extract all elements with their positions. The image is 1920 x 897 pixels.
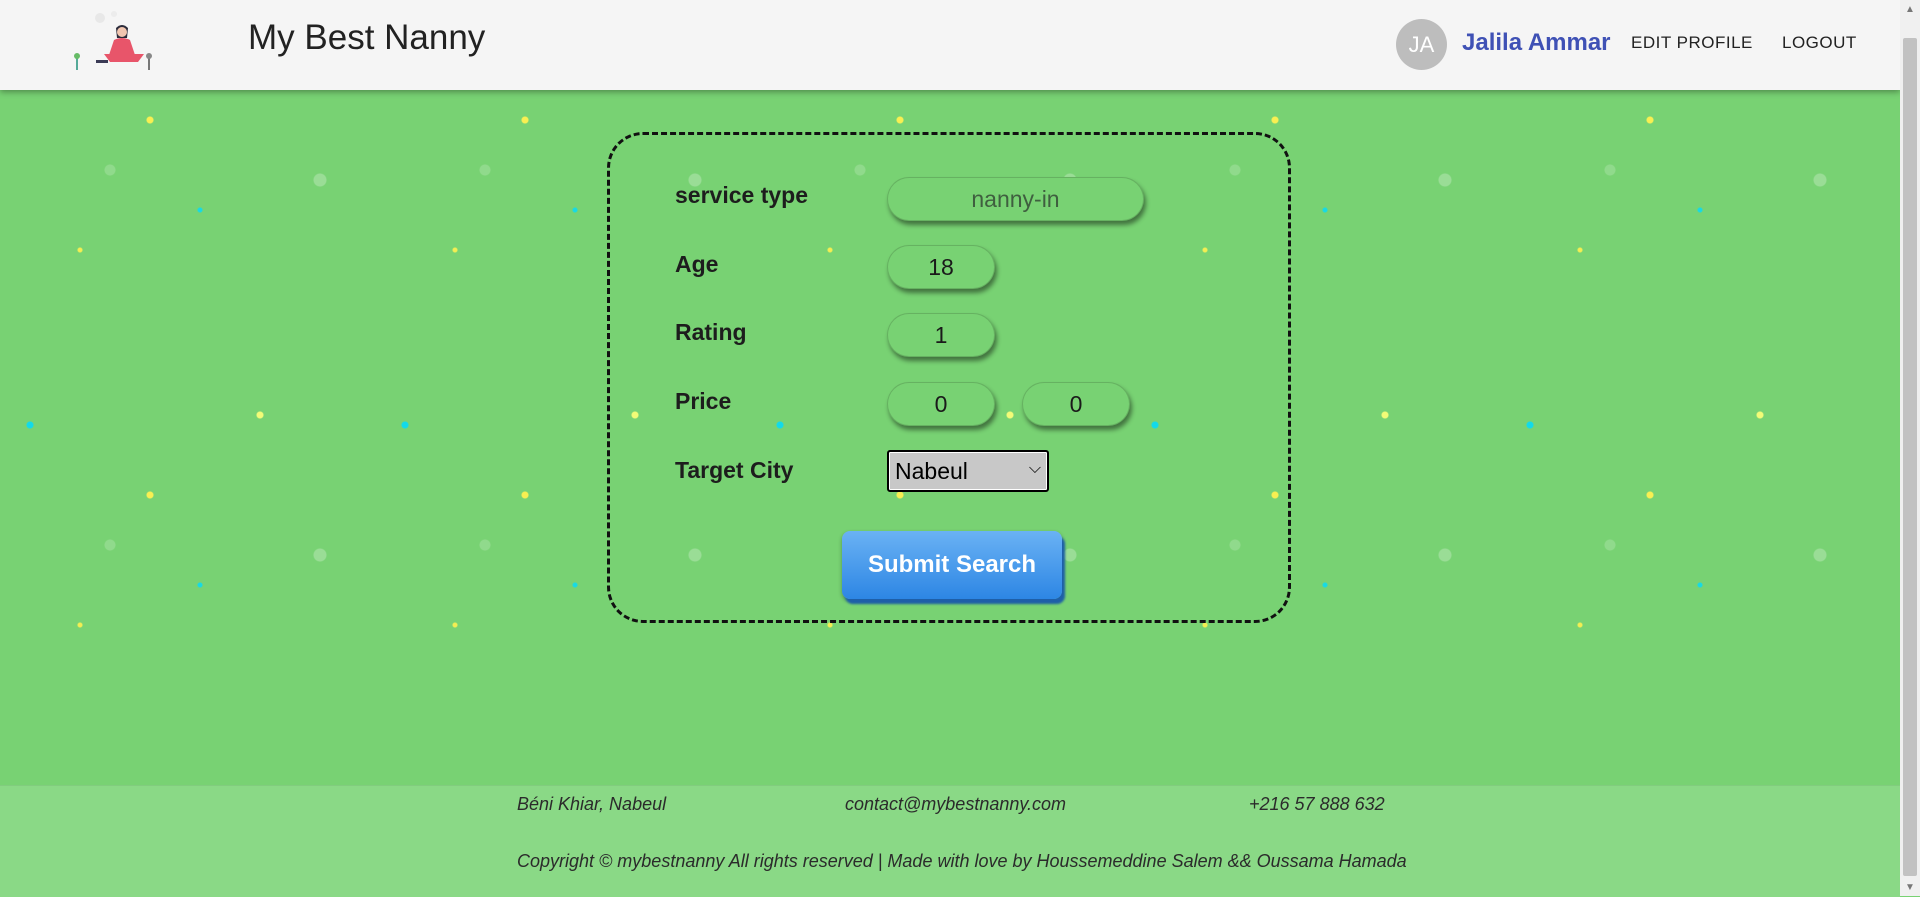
rating-input[interactable]: 1 — [887, 313, 995, 357]
nanny-logo[interactable] — [70, 8, 162, 76]
chevron-down-icon: ⌵ — [1028, 460, 1041, 477]
price-max-input[interactable]: 0 — [1022, 382, 1130, 426]
target-city-value: Nabeul — [895, 457, 968, 484]
scrollbar-thumb[interactable] — [1903, 38, 1917, 876]
scroll-down-icon[interactable]: ▼ — [1900, 878, 1920, 896]
age-label: Age — [675, 251, 719, 277]
logout-button[interactable]: LOGOUT — [1782, 33, 1857, 53]
scroll-up-icon[interactable]: ▲ — [1900, 0, 1920, 18]
rating-label: Rating — [675, 319, 747, 345]
edit-profile-button[interactable]: EDIT PROFILE — [1631, 33, 1753, 53]
search-form: service type nanny-in Age 18 Rating 1 Pr… — [607, 132, 1291, 623]
top-header: My Best Nanny JA Jalila Ammar EDIT PROFI… — [0, 0, 1900, 90]
site-title: My Best Nanny — [248, 18, 486, 57]
target-city-select[interactable]: Nabeul ⌵ — [887, 450, 1049, 492]
vertical-scrollbar[interactable]: ▲ ▼ — [1900, 0, 1920, 896]
footer-address: Béni Khiar, Nabeul — [517, 794, 667, 814]
price-min-input[interactable]: 0 — [887, 382, 995, 426]
footer-copyright: Copyright © mybestnanny All rights reser… — [517, 851, 1407, 871]
footer-email[interactable]: contact@mybestnanny.com — [845, 794, 1066, 815]
service-type-input[interactable]: nanny-in — [887, 177, 1144, 221]
footer-phone: +216 57 888 632 — [1249, 794, 1385, 814]
price-label: Price — [675, 388, 732, 414]
username[interactable]: Jalila Ammar — [1462, 29, 1611, 57]
service-type-label: service type — [675, 182, 808, 208]
footer: Béni Khiar, Nabeul contact@mybestnanny.c… — [0, 785, 1900, 897]
submit-search-button[interactable]: Submit Search — [842, 531, 1062, 599]
avatar[interactable]: JA — [1396, 19, 1447, 70]
target-city-label: Target City — [675, 457, 794, 483]
age-input[interactable]: 18 — [887, 245, 995, 289]
